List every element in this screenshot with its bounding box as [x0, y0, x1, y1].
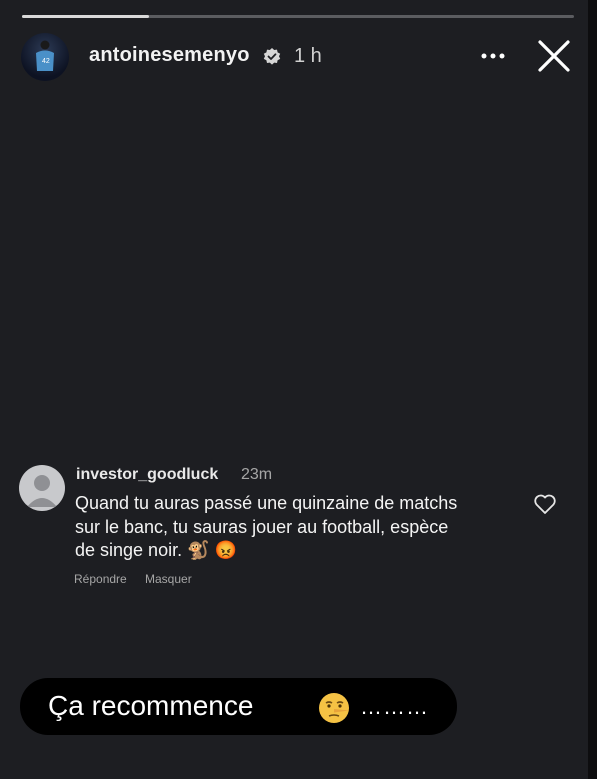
avatar-player-figure: 42: [36, 40, 54, 71]
caption-ellipsis: ………: [360, 694, 429, 719]
comment-username[interactable]: investor_goodluck: [76, 466, 218, 484]
comment-timestamp: 23m: [241, 466, 273, 483]
default-avatar-icon[interactable]: [19, 465, 65, 511]
comment-text-line-3: de singe noir. 🐒 😡: [75, 540, 237, 560]
caption-text: Ça recommence: [48, 690, 254, 721]
default-avatar-silhouette: [27, 475, 57, 507]
story-progress-bar: [22, 15, 574, 18]
heart-icon[interactable]: [533, 493, 557, 515]
comment-text-line-2: sur le banc, tu sauras jouer au football…: [75, 517, 449, 537]
reply-button[interactable]: Répondre: [74, 572, 127, 586]
more-options-icon[interactable]: [478, 44, 508, 68]
profile-avatar[interactable]: 42: [21, 33, 69, 81]
story-timestamp: 1 h: [294, 45, 322, 67]
story-viewer: [0, 0, 588, 779]
verified-badge-icon: [263, 48, 281, 65]
comment-text-line-1: Quand tu auras passé une quinzaine de ma…: [75, 493, 458, 513]
screen-edge: [588, 0, 597, 779]
story-progress-fill: [22, 15, 149, 18]
hide-button[interactable]: Masquer: [145, 572, 192, 586]
svg-text:42: 42: [42, 58, 50, 65]
close-icon[interactable]: [536, 38, 572, 74]
story-username[interactable]: antoinesemenyo: [89, 44, 250, 67]
lying-face-emoji-icon: [319, 693, 349, 723]
